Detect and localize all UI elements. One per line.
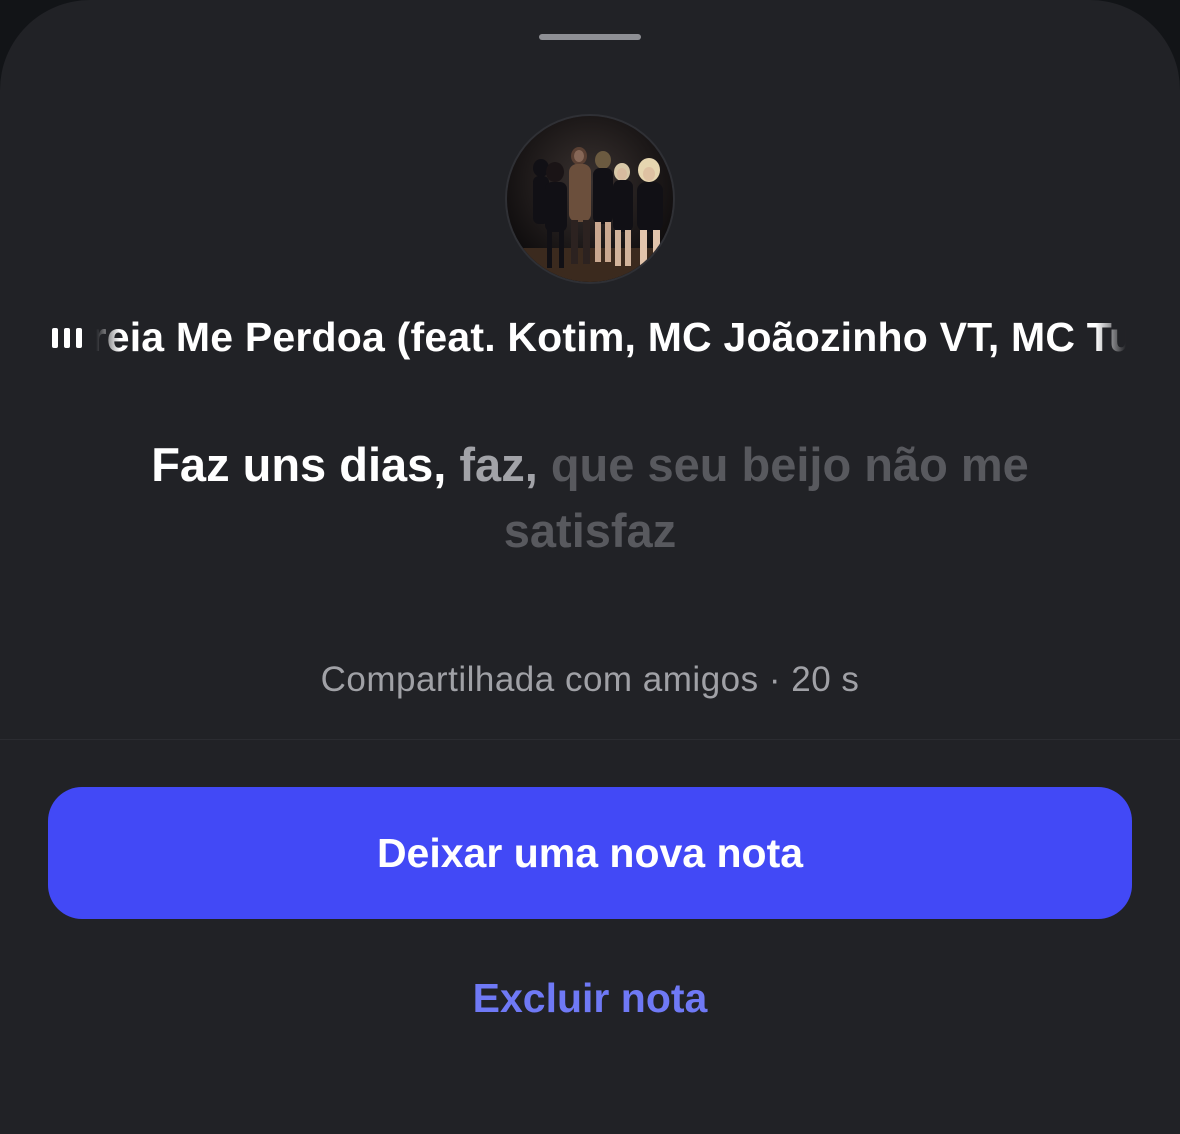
song-title: Sereia Me Perdoa (feat. Kotim, MC Joãozi… [96, 314, 1126, 360]
audio-bars-icon [52, 328, 86, 350]
lyrics: Faz uns dias, faz, que seu beijo não me … [100, 432, 1080, 564]
divider [0, 739, 1180, 740]
song-row[interactable]: Sereia Me Perdoa (feat. Kotim, MC Joãozi… [52, 310, 1132, 366]
leave-new-note-button[interactable]: Deixar uma nova nota [48, 787, 1132, 919]
lyrics-current: faz, [459, 438, 551, 491]
note-bottom-sheet: Sereia Me Perdoa (feat. Kotim, MC Joãozi… [0, 0, 1180, 1134]
sheet-grabber[interactable] [539, 34, 641, 40]
delete-note-button[interactable]: Excluir nota [390, 960, 790, 1036]
song-title-marquee: Sereia Me Perdoa (feat. Kotim, MC Joãozi… [96, 310, 1126, 366]
shared-info: Compartilhada com amigos · 20 s [320, 660, 860, 699]
avatar [507, 116, 673, 282]
lyrics-upcoming: que seu beijo não me satisfaz [503, 438, 1029, 557]
lyrics-sung: Faz uns dias, [151, 438, 460, 491]
avatar-photo [507, 116, 673, 282]
